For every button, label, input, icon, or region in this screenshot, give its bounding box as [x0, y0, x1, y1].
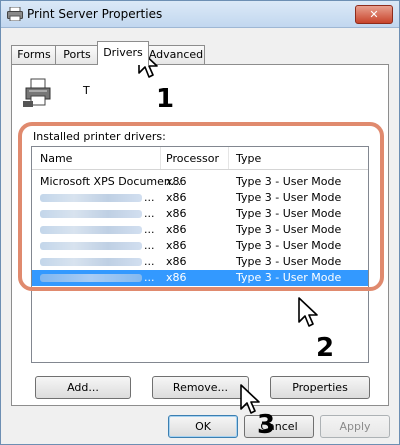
- server-name: T: [83, 84, 90, 97]
- drivers-list[interactable]: Name Processor Type Microsoft XPS Docume…: [31, 146, 369, 363]
- drivers-list-header: Name Processor Type: [32, 147, 368, 170]
- driver-type: Type 3 - User Mode: [236, 191, 342, 204]
- installed-drivers-label: Installed printer drivers:: [33, 130, 166, 143]
- tab-ports[interactable]: Ports: [55, 45, 99, 64]
- driver-type: Type 3 - User Mode: [236, 271, 342, 284]
- cancel-button[interactable]: Cancel: [244, 415, 314, 438]
- driver-row[interactable]: ... x86 Type 3 - User Mode: [32, 238, 368, 254]
- column-name-header[interactable]: Name: [40, 152, 72, 165]
- installed-drivers-text: Installed printer drivers:: [33, 130, 166, 143]
- column-processor-header[interactable]: Processor: [166, 152, 219, 165]
- driver-row[interactable]: ... x86 Type 3 - User Mode: [32, 206, 368, 222]
- cursor-arrow-icon: [298, 297, 318, 327]
- apply-button[interactable]: Apply: [320, 415, 390, 438]
- ok-button[interactable]: OK: [168, 415, 238, 438]
- driver-name: ...: [144, 223, 155, 236]
- driver-processor: x86: [166, 255, 187, 268]
- driver-name: ...: [144, 191, 155, 204]
- driver-processor: x86: [166, 175, 187, 188]
- driver-row[interactable]: ... x86 Type 3 - User Mode: [32, 190, 368, 206]
- apply-label: Apply: [339, 420, 371, 433]
- column-type-header[interactable]: Type: [236, 152, 261, 165]
- remove-driver-label: Remove...: [172, 381, 229, 394]
- redacted-driver-name: [40, 258, 142, 266]
- close-icon: ✕: [369, 8, 379, 21]
- properties-button[interactable]: Properties: [270, 376, 370, 399]
- redacted-driver-name: [40, 194, 142, 202]
- driver-processor: x86: [166, 207, 187, 220]
- driver-name: ...: [144, 255, 155, 268]
- step-3-number: 3: [257, 410, 276, 440]
- driver-name: ...: [144, 207, 155, 220]
- driver-processor: x86: [166, 239, 187, 252]
- window-title: Print Server Properties: [27, 7, 163, 21]
- driver-row[interactable]: Microsoft XPS Documen... x86 Type 3 - Us…: [32, 174, 368, 190]
- tab-ports-label: Ports: [63, 48, 91, 61]
- driver-type: Type 3 - User Mode: [236, 175, 342, 188]
- redacted-driver-name: [40, 242, 142, 250]
- remove-driver-button[interactable]: Remove...: [152, 376, 249, 399]
- close-button[interactable]: ✕: [355, 5, 393, 24]
- driver-processor: x86: [166, 191, 187, 204]
- tab-forms[interactable]: Forms: [11, 45, 57, 64]
- redacted-driver-name: [40, 226, 142, 234]
- driver-name: ...: [144, 239, 155, 252]
- driver-row-selected[interactable]: ... x86 Type 3 - User Mode: [32, 270, 368, 286]
- redacted-driver-name: [40, 210, 142, 218]
- properties-label: Properties: [292, 381, 348, 394]
- driver-row[interactable]: ... x86 Type 3 - User Mode: [32, 254, 368, 270]
- driver-type: Type 3 - User Mode: [236, 223, 342, 236]
- tab-drivers-label: Drivers: [103, 46, 143, 59]
- driver-processor: x86: [166, 271, 187, 284]
- driver-processor: x86: [166, 223, 187, 236]
- add-driver-button[interactable]: Add...: [35, 376, 131, 399]
- driver-row[interactable]: ... x86 Type 3 - User Mode: [32, 222, 368, 238]
- printer-icon: [7, 7, 23, 21]
- title-bar: Print Server Properties ✕: [1, 1, 399, 28]
- column-divider[interactable]: [160, 147, 161, 169]
- tab-drivers[interactable]: Drivers: [97, 41, 149, 65]
- driver-type: Type 3 - User Mode: [236, 207, 342, 220]
- print-server-properties-window: Print Server Properties ✕ Forms Ports Dr…: [0, 0, 400, 445]
- redacted-driver-name: [40, 274, 142, 282]
- step-1-number: 1: [156, 84, 175, 114]
- driver-type: Type 3 - User Mode: [236, 239, 342, 252]
- driver-name: ...: [144, 271, 155, 284]
- driver-type: Type 3 - User Mode: [236, 255, 342, 268]
- tab-forms-label: Forms: [17, 48, 51, 61]
- ok-label: OK: [195, 420, 211, 433]
- print-server-icon: [23, 78, 51, 107]
- step-2-number: 2: [316, 333, 335, 363]
- add-driver-label: Add...: [67, 381, 99, 394]
- column-divider[interactable]: [228, 147, 229, 169]
- driver-name: Microsoft XPS Documen...: [40, 175, 182, 188]
